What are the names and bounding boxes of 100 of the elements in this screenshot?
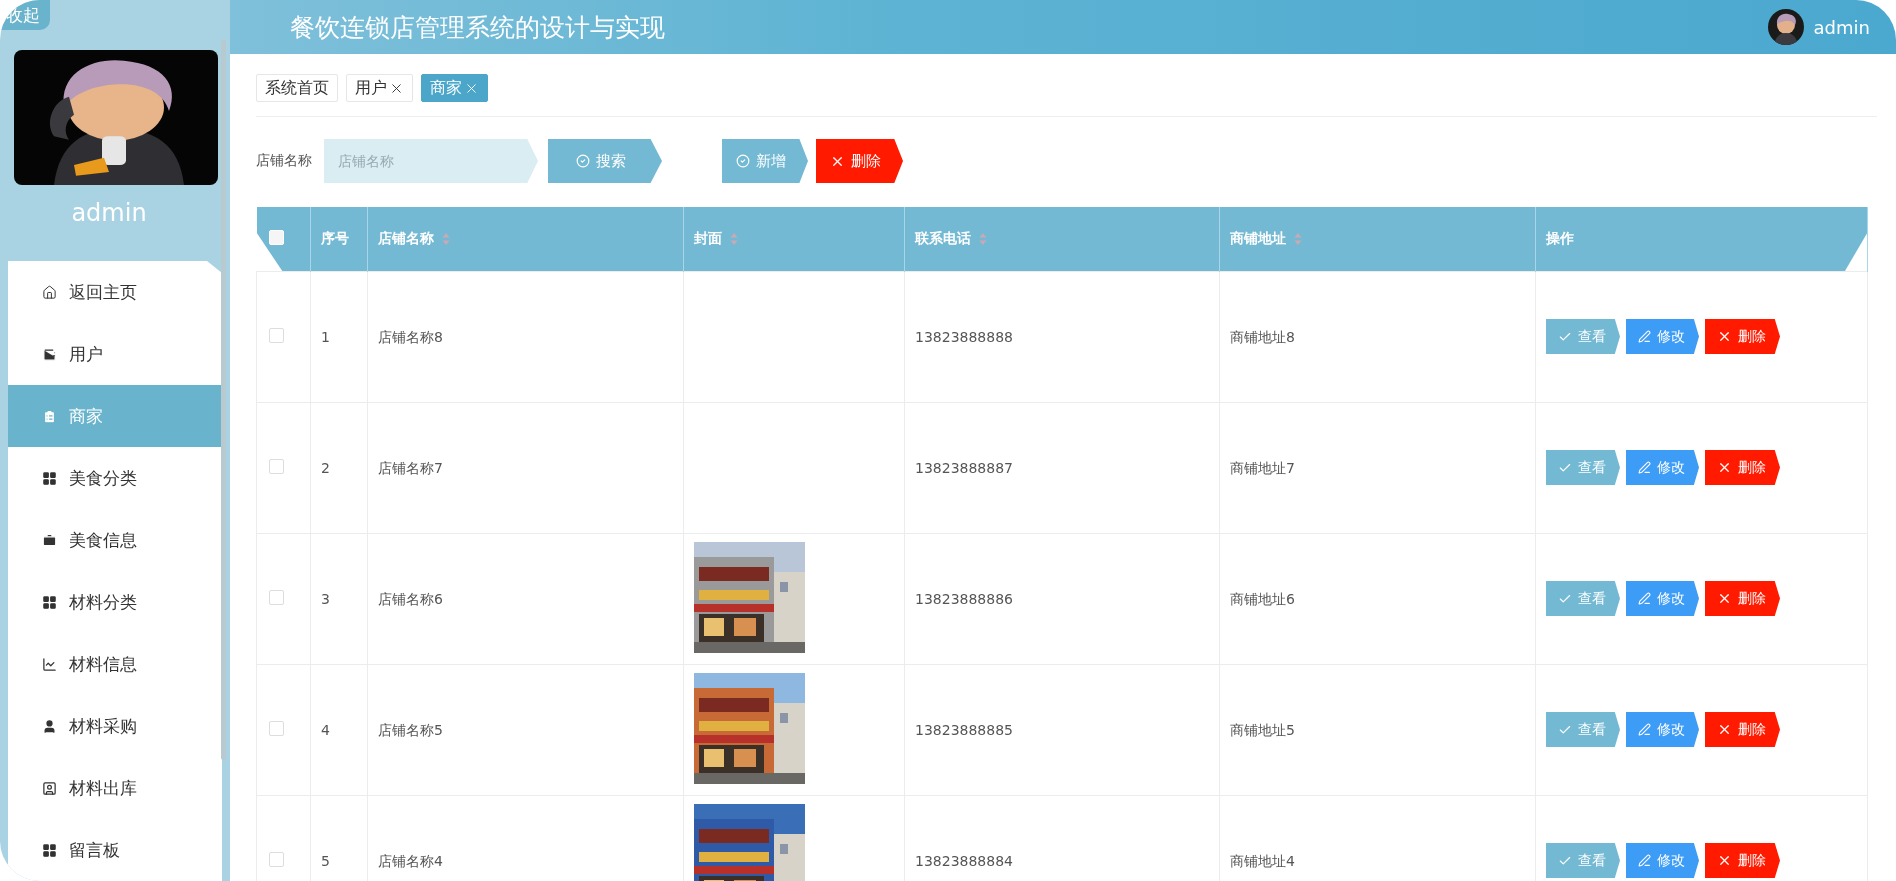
menu-item[interactable]: 美食分类 — [8, 447, 222, 509]
table-cell: 13823888884 — [915, 852, 1013, 869]
column-header: 操作 — [1546, 229, 1574, 248]
check-circle-icon — [576, 154, 590, 168]
briefcase-icon — [42, 532, 57, 548]
table-cell: 1 — [321, 328, 330, 345]
view-button[interactable]: 查看 — [1546, 450, 1620, 485]
delete-button[interactable]: 删除 — [1705, 712, 1780, 747]
menu-item[interactable]: 美食信息 — [8, 509, 222, 571]
table-cell: 店铺名称7 — [378, 459, 443, 476]
edit-button[interactable]: 修改 — [1626, 581, 1699, 616]
view-button[interactable]: 查看 — [1546, 843, 1620, 878]
table-cell: 商铺地址8 — [1230, 328, 1295, 345]
scrollbar[interactable] — [221, 40, 226, 760]
delete-button[interactable]: 删除 — [1705, 581, 1780, 616]
delete-button[interactable]: 删除 — [816, 139, 903, 183]
edit-button[interactable]: 修改 — [1626, 843, 1699, 878]
pen-icon — [1638, 592, 1651, 605]
menu-label: 商家 — [69, 404, 103, 428]
page-tab[interactable]: 商家 — [421, 74, 488, 102]
select-all-checkbox[interactable] — [268, 229, 284, 245]
row-checkbox[interactable] — [269, 328, 284, 343]
table-cell: 5 — [321, 852, 330, 869]
menu-item[interactable]: 返回主页 — [8, 261, 222, 323]
search-label: 店铺名称 — [256, 152, 312, 170]
delete-button[interactable]: 删除 — [1705, 319, 1780, 354]
menu-item[interactable]: 材料分类 — [8, 571, 222, 633]
pen-icon — [1638, 461, 1651, 474]
menu-item[interactable]: 材料出库 — [8, 757, 222, 819]
table-cell: 13823888886 — [915, 590, 1013, 607]
sort-icon[interactable] — [979, 231, 987, 246]
page-tab[interactable]: 系统首页 — [256, 74, 338, 102]
menu-item[interactable]: 留言板 — [8, 819, 222, 881]
search-button[interactable]: 搜索 — [548, 139, 662, 183]
column-header[interactable]: 联系电话 — [915, 229, 971, 248]
menu-label: 返回主页 — [69, 280, 137, 304]
menu-item[interactable]: 商家 — [8, 385, 222, 447]
close-icon — [1717, 722, 1732, 737]
menu-label: 材料分类 — [69, 590, 137, 614]
row-checkbox[interactable] — [269, 721, 284, 736]
table-cell: 商铺地址6 — [1230, 590, 1295, 607]
menu-label: 材料出库 — [69, 776, 137, 800]
row-checkbox[interactable] — [269, 852, 284, 867]
row-checkbox[interactable] — [269, 459, 284, 474]
menu-label: 美食信息 — [69, 528, 137, 552]
tab-label: 系统首页 — [265, 77, 329, 99]
menu-item[interactable]: 材料信息 — [8, 633, 222, 695]
view-button[interactable]: 查看 — [1546, 319, 1620, 354]
sort-icon[interactable] — [730, 231, 738, 246]
menu-label: 材料采购 — [69, 714, 137, 738]
table-cell: 店铺名称5 — [378, 721, 443, 738]
table-cell: 商铺地址7 — [1230, 459, 1295, 476]
table-cell: 店铺名称8 — [378, 328, 443, 345]
search-field[interactable]: 店铺名称 — [324, 139, 538, 183]
menu-item[interactable]: 用户 — [8, 323, 222, 385]
column-header[interactable]: 封面 — [694, 229, 722, 248]
close-icon — [1717, 460, 1732, 475]
grid-icon — [42, 594, 57, 610]
menu-item[interactable]: 材料采购 — [8, 695, 222, 757]
close-icon — [1717, 329, 1732, 344]
table-cell: 店铺名称6 — [378, 590, 443, 607]
table-cell: 2 — [321, 459, 330, 476]
user-name[interactable]: admin — [1813, 16, 1870, 38]
pen-icon — [1638, 723, 1651, 736]
home-icon — [42, 284, 57, 300]
close-icon — [1717, 591, 1732, 606]
clipboard-icon — [42, 408, 57, 424]
username: admin — [70, 199, 148, 227]
sort-icon[interactable] — [442, 231, 450, 246]
sort-icon[interactable] — [1294, 231, 1302, 246]
pen-icon — [1638, 854, 1651, 867]
table-cell: 13823888887 — [915, 459, 1013, 476]
tab-label: 商家 — [430, 77, 462, 99]
app-title: 餐饮连锁店管理系统的设计与实现 — [290, 11, 665, 44]
edit-button[interactable]: 修改 — [1626, 450, 1699, 485]
table-cell: 4 — [321, 721, 330, 738]
menu-label: 美食分类 — [69, 466, 137, 490]
edit-button[interactable]: 修改 — [1626, 712, 1699, 747]
menu-label: 材料信息 — [69, 652, 137, 676]
add-button[interactable]: 新增 — [722, 139, 808, 183]
column-header[interactable]: 商铺地址 — [1230, 229, 1286, 248]
page-tab[interactable]: 用户 — [346, 74, 413, 102]
view-button[interactable]: 查看 — [1546, 581, 1620, 616]
column-header: 序号 — [321, 229, 349, 248]
delete-button[interactable]: 删除 — [1705, 843, 1780, 878]
table-cell: 13823888885 — [915, 721, 1013, 738]
close-icon — [1717, 853, 1732, 868]
table-cell: 商铺地址4 — [1230, 852, 1295, 869]
chart-icon — [42, 656, 57, 672]
menu-label: 留言板 — [69, 838, 120, 862]
check-circle-icon — [736, 154, 750, 168]
delete-button[interactable]: 删除 — [1705, 450, 1780, 485]
view-button[interactable]: 查看 — [1546, 712, 1620, 747]
table-cell: 13823888888 — [915, 328, 1013, 345]
tab-label: 用户 — [355, 77, 387, 99]
column-header[interactable]: 店铺名称 — [378, 229, 434, 248]
edit-button[interactable]: 修改 — [1626, 319, 1699, 354]
row-checkbox[interactable] — [269, 590, 284, 605]
grid-icon — [42, 842, 57, 858]
table-cell: 3 — [321, 590, 330, 607]
